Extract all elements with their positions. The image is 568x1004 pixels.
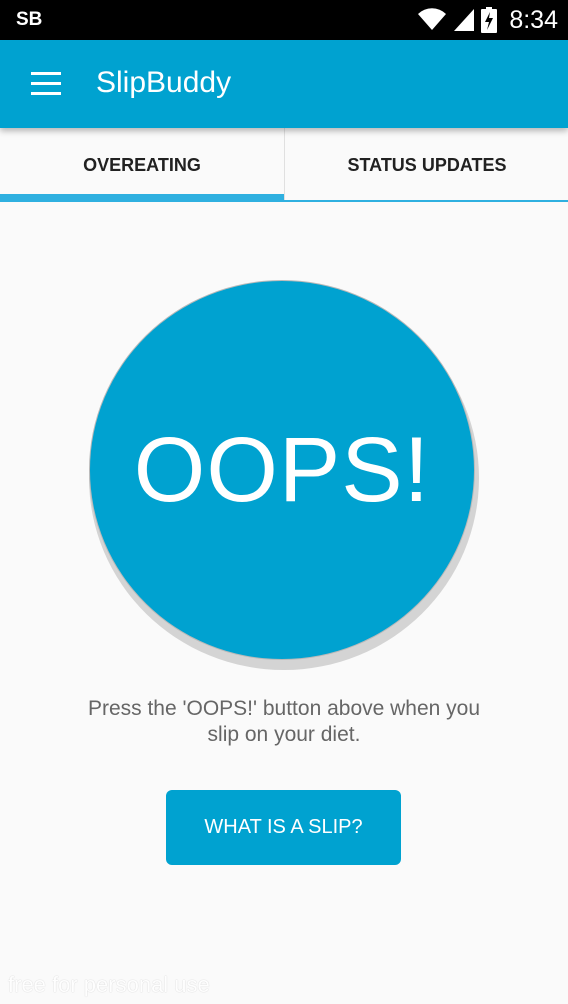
app-title: SlipBuddy [96,66,232,99]
instruction-text: Press the 'OOPS!' button above when you … [87,697,481,746]
tab-status-updates-label: STATUS UPDATES [347,154,507,175]
tab-divider-line [284,200,568,202]
what-is-a-slip-button[interactable]: WHAT IS A SLIP? [166,790,401,865]
active-tab-indicator [0,194,284,202]
tab-overeating-label: OVEREATING [83,154,201,175]
status-icons: 8:34 [417,4,558,36]
tab-overeating[interactable]: OVEREATING [0,128,284,202]
status-bar: SB 8:34 [0,0,568,40]
oops-button-label: OOPS! [133,418,431,521]
oops-button-wrapper: OOPS! [89,280,479,670]
wifi-icon [418,8,447,30]
signal-icon [454,9,475,31]
oops-button[interactable]: OOPS! [89,280,475,660]
tab-bar: OVEREATING STATUS UPDATES [0,128,568,202]
hamburger-menu-icon[interactable] [28,68,64,100]
battery-charging-icon [481,7,498,33]
watermark: free for personal use [8,972,210,997]
app-bar: SlipBuddy [0,40,568,128]
tab-status-updates[interactable]: STATUS UPDATES [284,128,568,202]
carrier-label: SB [16,9,43,30]
clock: 8:34 [509,5,558,34]
app-screen: SB 8:34 SlipBuddy OVEREATING STATUS UPDA… [0,0,568,1004]
what-is-a-slip-label: WHAT IS A SLIP? [204,816,363,838]
